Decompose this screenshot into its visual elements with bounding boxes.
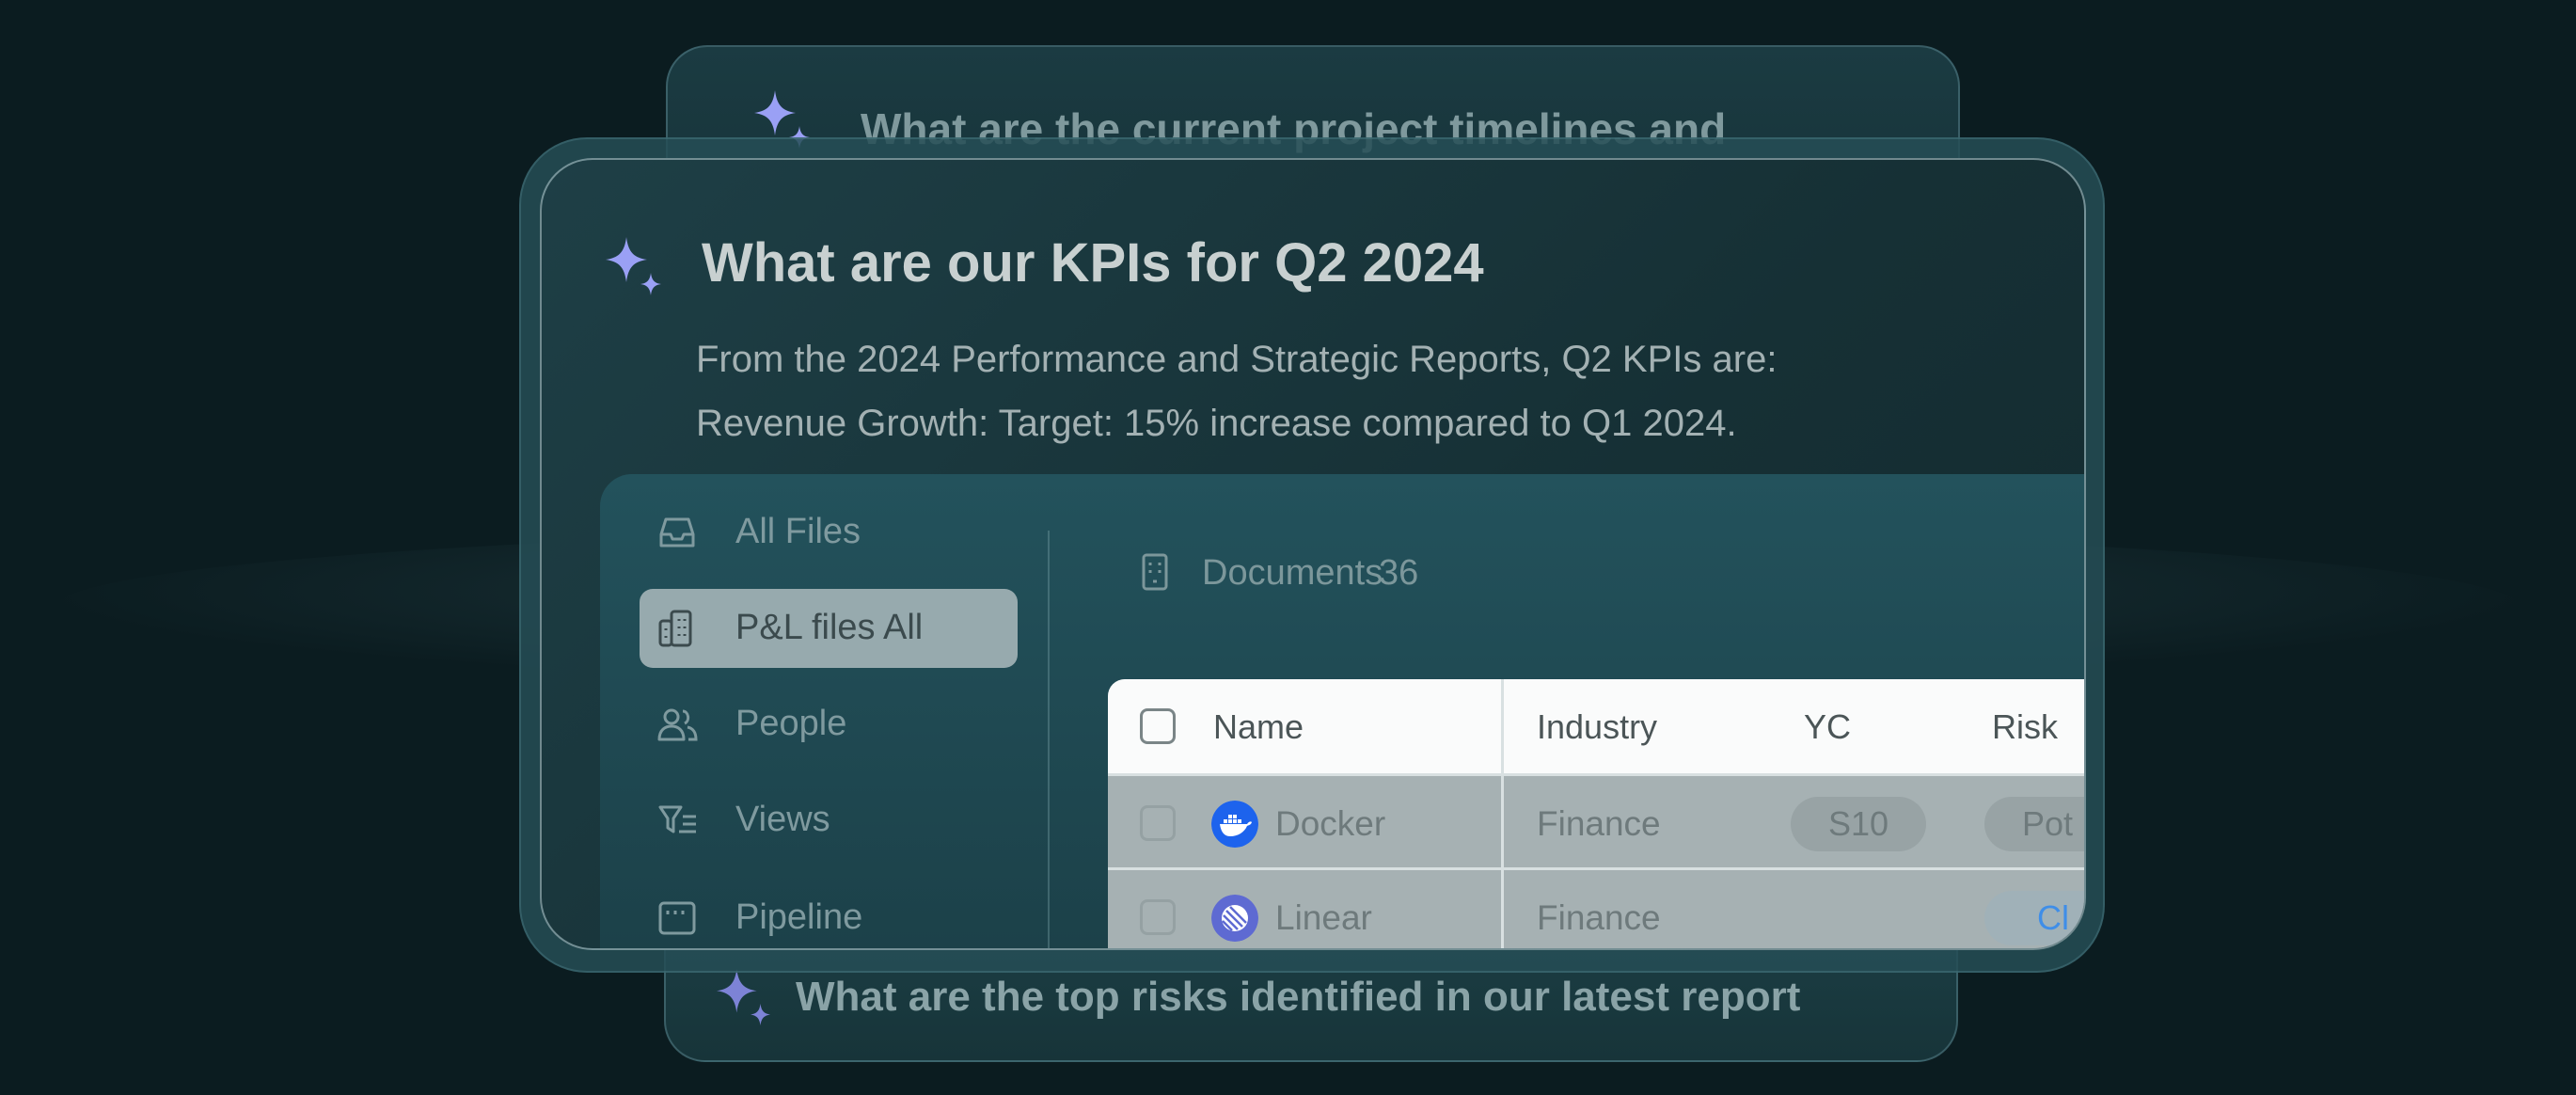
inbox-icon <box>659 517 695 548</box>
sidebar-item-label: Views <box>735 800 830 839</box>
documents-table: Name Industry YC Risk Docker Finance S10… <box>1108 679 2084 948</box>
sidebar-item-label: All Files <box>735 512 861 551</box>
cell-industry: Finance <box>1537 898 1661 937</box>
sparkle-icon <box>716 968 771 1026</box>
cell-name[interactable]: Docker <box>1275 804 1385 844</box>
column-header-industry[interactable]: Industry <box>1537 707 1657 747</box>
sidebar-item-pipeline[interactable]: Pipeline <box>640 879 1018 948</box>
answer-line: From the 2024 Performance and Strategic … <box>696 339 1778 380</box>
people-icon <box>657 708 698 741</box>
building-icon <box>658 610 692 647</box>
table-row[interactable]: Linear Finance Cl <box>1108 867 2084 948</box>
answer-card: What are our KPIs for Q2 2024 From the 2… <box>540 158 2086 950</box>
row-checkbox[interactable] <box>1140 805 1176 841</box>
sidebar-item-people[interactable]: People <box>640 685 1018 764</box>
sidebar-item-views[interactable]: Views <box>640 781 1018 860</box>
documents-label: Documents <box>1202 553 1383 593</box>
column-header-yc[interactable]: YC <box>1804 707 1851 747</box>
yc-badge: S10 <box>1791 797 1926 851</box>
suggestion-text: What are the top risks identified in our… <box>796 974 1801 1020</box>
risk-badge: Cl <box>1984 891 2084 945</box>
documents-count: 36 <box>1379 553 1419 593</box>
select-all-checkbox[interactable] <box>1140 708 1176 744</box>
sidebar-item-label: Pipeline <box>735 897 863 937</box>
table-header: Name Industry YC Risk <box>1108 679 2084 773</box>
column-header-risk[interactable]: Risk <box>1992 707 2058 747</box>
filter-list-icon <box>658 805 696 833</box>
column-divider <box>1501 679 1504 948</box>
files-app-preview: All Files P&L files All People Views Pip… <box>600 474 2084 948</box>
question-title: What are our KPIs for Q2 2024 <box>702 232 1484 294</box>
building-icon <box>1142 553 1168 591</box>
cell-industry: Finance <box>1537 804 1661 843</box>
sparkle-icon <box>606 237 661 295</box>
answer-text: From the 2024 Performance and Strategic … <box>696 327 1777 455</box>
sidebar-item-all-files[interactable]: All Files <box>640 493 1018 572</box>
docker-logo-icon <box>1211 801 1258 848</box>
board-icon <box>658 901 696 935</box>
answer-line: Revenue Growth: Target: 15% increase com… <box>696 403 1737 444</box>
table-row[interactable]: Docker Finance S10 Pot <box>1108 773 2084 870</box>
column-header-name[interactable]: Name <box>1213 707 1304 747</box>
sidebar-divider <box>1048 531 1050 948</box>
row-checkbox[interactable] <box>1140 899 1176 935</box>
sidebar-item-label: P&L files All <box>735 608 924 647</box>
sidebar-item-label: People <box>735 704 847 743</box>
risk-badge: Pot <box>1984 797 2084 851</box>
sidebar-item-pl-files[interactable]: P&L files All <box>640 589 1018 668</box>
cell-name[interactable]: Linear <box>1275 898 1372 938</box>
linear-logo-icon <box>1211 895 1258 942</box>
